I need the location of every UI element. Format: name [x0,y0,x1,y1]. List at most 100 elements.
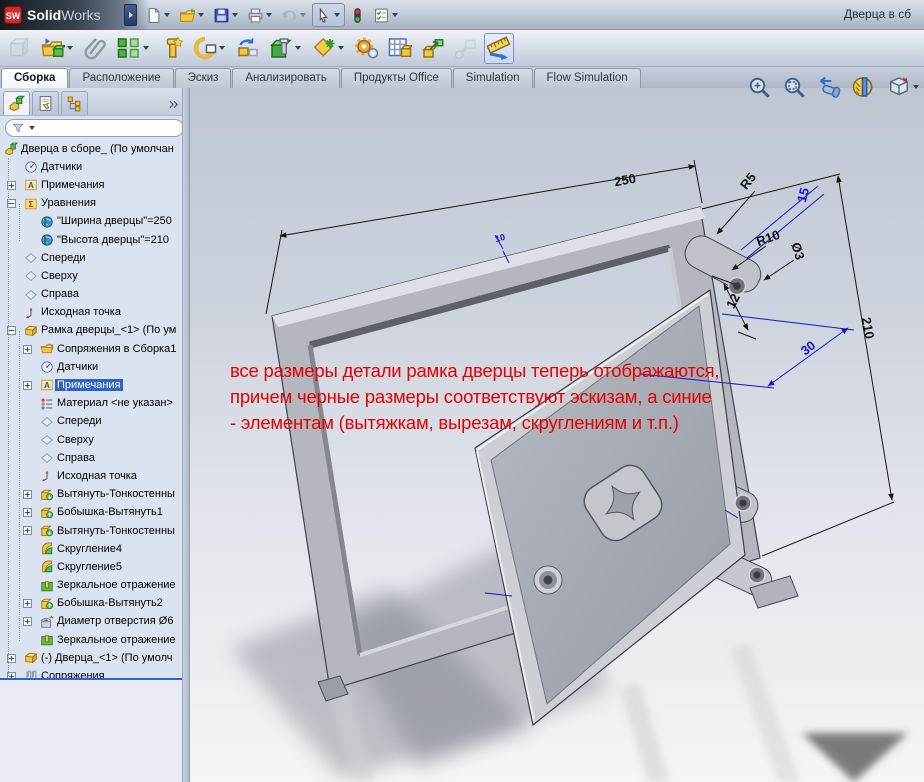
tree-item[interactable]: Исходная точка [0,304,182,322]
exploded-view-button[interactable] [418,33,448,64]
zoom-to-area-button[interactable] [779,75,809,99]
property-manager-tab[interactable] [32,91,59,115]
mirror-icon [40,633,54,647]
tree-item[interactable]: Зеркальное отражение [0,631,182,649]
new-document-icon [145,7,162,24]
assembly-features-button[interactable] [266,33,306,64]
move-component-button[interactable] [190,33,230,64]
feature-tree: Дверца в сборе_ (По умолчанДатчикиAПриме… [0,140,182,678]
previous-view-button[interactable] [814,75,844,99]
view-orientation-icon [887,75,911,99]
tab-продукты-office[interactable]: Продукты Office [341,68,452,89]
rebuild-button[interactable] [346,3,369,27]
tree-item[interactable]: Вытянуть-Тонкостенны [0,522,182,540]
plane-icon [40,451,54,465]
tree-item[interactable]: Вытянуть-Тонкостенны [0,486,182,504]
select-cursor-button[interactable] [312,3,345,27]
expand-plus-icon[interactable] [23,617,32,626]
reference-geometry-button[interactable] [309,33,349,64]
save-icon [213,7,230,24]
tree-item[interactable]: Спереди [0,249,182,267]
linear-component-pattern-button[interactable] [114,33,154,64]
expand-plus-icon[interactable] [23,508,32,517]
configuration-manager-icon [66,95,83,112]
tree-item[interactable]: Скругление5 [0,558,182,576]
tree-item[interactable]: Скругление4 [0,540,182,558]
tree-item[interactable]: ΣУравнения [0,195,182,213]
tree-filter-input[interactable] [5,119,184,137]
tree-item[interactable]: Сверху [0,431,182,449]
tree-item-label: (-) Дверца_<1> (По умолч [39,652,174,664]
tree-item[interactable]: Сверху [0,267,182,285]
options-button[interactable] [370,3,403,27]
new-document-button[interactable] [142,3,175,27]
tab-анализировать[interactable]: Анализировать [232,68,339,89]
tree-item[interactable]: Сопряжения [0,667,182,678]
options-icon [373,7,390,24]
tree-item[interactable]: Датчики [0,358,182,376]
svg-text:A: A [28,181,34,190]
tab-расположение[interactable]: Расположение [69,68,173,89]
tree-item[interactable]: Рамка дверцы_<1> (По ум [0,322,182,340]
tree-item[interactable]: Зеркальное отражение [0,577,182,595]
smart-fasteners-button[interactable] [157,33,187,64]
expand-plus-icon[interactable] [23,345,32,354]
menu-expand-button[interactable] [124,4,137,26]
expand-plus-icon[interactable] [23,599,32,608]
show-hidden-components-button[interactable] [233,33,263,64]
tree-item[interactable]: Бобышка-Вытянуть1 [0,504,182,522]
motion-study-button[interactable] [352,33,382,64]
tree-item[interactable]: AПримечания [0,176,182,194]
expand-plus-icon[interactable] [23,381,32,390]
panel-edge-strip[interactable] [182,88,189,782]
zoom-to-fit-button[interactable] [744,75,774,99]
view-orientation-button[interactable] [884,75,924,99]
tab-эскиз[interactable]: Эскиз [175,68,232,89]
print-button[interactable] [244,3,277,27]
graphics-area[interactable]: 250R515R10Ø3122103010 все размеры детали… [190,88,924,782]
exploded-view-icon [421,36,445,60]
save-button[interactable] [210,3,243,27]
assembly-tools-button[interactable] [451,33,481,64]
insert-components-button[interactable] [38,33,78,64]
configuration-manager-tab[interactable] [61,91,88,115]
tree-item[interactable]: Диаметр отверстия Ø6 [0,613,182,631]
tree-item[interactable]: Материал <не указан> [0,395,182,413]
tree-item-label: Бобышка-Вытянуть1 [55,506,165,518]
annotation-line: причем черные размеры соответствуют эски… [230,384,719,410]
insert-component-button[interactable] [5,33,35,64]
measure-icon [487,36,511,60]
expand-plus-icon[interactable] [23,526,32,535]
show-hidden-components-icon [236,36,260,60]
tree-item[interactable]: Дверца в сборе_ (По умолчан [0,140,182,158]
measure-button[interactable] [484,33,514,64]
tree-item[interactable]: "Высота дверцы"=210 [0,231,182,249]
panel-expand-button[interactable] [167,98,180,111]
open-button[interactable] [176,3,209,27]
tree-item-label: Зеркальное отражение [55,634,178,646]
tab-simulation[interactable]: Simulation [453,68,533,89]
mate-button[interactable] [81,33,111,64]
tree-item-label: Материал <не указан> [55,397,175,409]
tree-item[interactable]: Бобышка-Вытянуть2 [0,595,182,613]
feature-manager-tab[interactable] [3,91,30,115]
rebuild-icon [349,7,366,24]
tree-item[interactable]: Справа [0,449,182,467]
expand-plus-icon[interactable] [23,490,32,499]
heads-up-view-toolbar [744,70,924,104]
tree-item[interactable]: Спереди [0,413,182,431]
bill-of-materials-button[interactable] [385,33,415,64]
tab-сборка[interactable]: Сборка [1,68,68,89]
tree-item[interactable]: "Ширина дверцы"=250 [0,213,182,231]
section-view-icon [852,75,876,99]
tree-item[interactable]: Сопряжения в Сборка1 [0,340,182,358]
assembly-features-icon [269,36,293,60]
tree-item[interactable]: Справа [0,286,182,304]
undo-button[interactable] [278,3,311,27]
tab-flow-simulation[interactable]: Flow Simulation [534,68,641,89]
tree-item[interactable]: Исходная точка [0,467,182,485]
section-view-button[interactable] [849,75,879,99]
tree-item[interactable]: AПримечания [0,376,182,394]
tree-item[interactable]: (-) Дверца_<1> (По умолч [0,649,182,667]
tree-item[interactable]: Датчики [0,158,182,176]
